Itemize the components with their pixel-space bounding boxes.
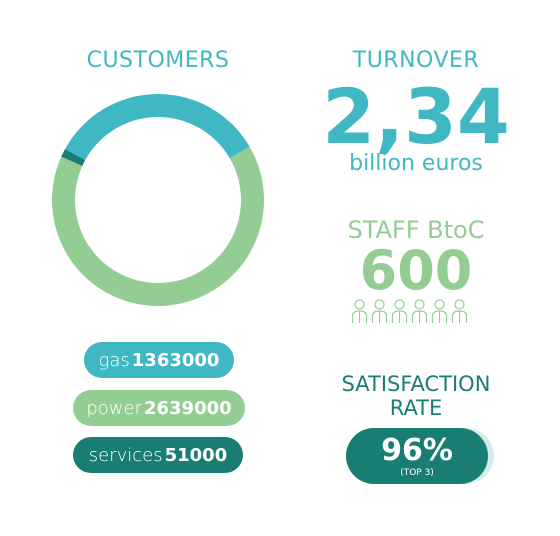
services-customers-badge: services 51000: [73, 437, 243, 473]
staff-value: 600: [359, 239, 473, 302]
turnover-unit: billion euros: [349, 151, 483, 176]
services-label: services: [88, 444, 163, 466]
person-icon: [371, 299, 388, 323]
satisfaction-title-line2: RATE: [389, 396, 443, 420]
turnover-value: 2,34: [322, 72, 510, 161]
power-label: power: [86, 397, 142, 419]
power-customers-badge: power 2639000: [73, 390, 245, 426]
services-value: 51000: [164, 444, 228, 466]
gas-customers-badge: gas 1363000: [84, 342, 234, 378]
donut-slice-power: [52, 146, 265, 306]
satisfaction-rate-value: 96%: [381, 433, 453, 468]
satisfaction-title-line1: SATISFACTION: [341, 372, 491, 396]
person-icon: [351, 299, 368, 323]
satisfaction-rate-note: (TOP 3): [400, 468, 434, 478]
satisfaction-title: SATISFACTION RATE: [316, 372, 516, 420]
gas-value: 1363000: [131, 349, 220, 371]
person-icon: [431, 299, 448, 323]
person-icon: [451, 299, 468, 323]
power-value: 2639000: [143, 397, 232, 419]
turnover-title: TURNOVER: [352, 48, 480, 73]
donut-slice-gas: [65, 93, 250, 161]
person-icon: [391, 299, 408, 323]
person-icon: [411, 299, 428, 323]
satisfaction-rate-badge: 96% (TOP 3): [346, 428, 488, 484]
gas-label: gas: [98, 349, 130, 371]
customers-donut-chart: [52, 93, 265, 306]
customers-title: CUSTOMERS: [86, 48, 230, 73]
staff-icons-row: [351, 298, 468, 324]
